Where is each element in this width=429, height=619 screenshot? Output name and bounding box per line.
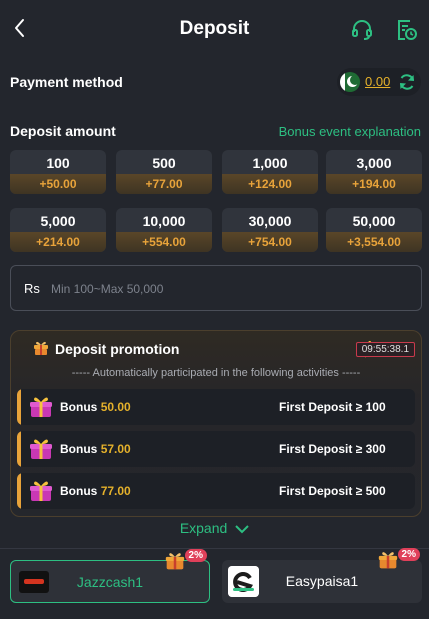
gift-icon [165,553,185,570]
expand-label: Expand [179,520,228,536]
promotion-activity: Bonus 77.00 First Deposit ≥ 500 [17,473,415,509]
amount-value: 50,000 [352,213,396,229]
balance-value: 0.00 [365,74,391,89]
activity-condition: First Deposit ≥ 300 [279,442,386,456]
amount-bonus: +214.00 [10,232,106,252]
amount-option[interactable]: 3,000 +194.00 [326,150,422,194]
deposit-promotion-panel: Deposit promotion LT 09:55:38.1 ----- Au… [10,330,422,517]
amount-option[interactable]: 10,000 +554.00 [116,208,212,252]
gift-icon [30,481,52,501]
amount-bonus: +124.00 [222,174,318,194]
gift-icon [378,552,398,569]
expand-button[interactable]: Expand [0,520,429,536]
amount-bonus: +77.00 [116,174,212,194]
activity-bonus: Bonus 50.00 [60,400,131,414]
amount-bonus: +754.00 [222,232,318,252]
amount-option[interactable]: 50,000 +3,554.00 [326,208,422,252]
activity-condition: First Deposit ≥ 500 [279,484,386,498]
amount-value: 10,000 [142,213,186,229]
promo-badge: 2% [163,547,211,573]
deposit-amount-label: Deposit amount [10,123,116,139]
payment-method-label: Payment method [10,74,123,90]
badge-percent: 2% [397,548,420,561]
amount-value: 30,000 [248,213,292,229]
amount-value: 1,000 [252,155,288,171]
amount-value: 3,000 [356,155,392,171]
badge-percent: 2% [184,549,207,562]
activity-condition: First Deposit ≥ 100 [279,400,386,414]
bonus-event-link[interactable]: Bonus event explanation [279,124,421,139]
payment-method-easypaisa[interactable]: Easypaisa1 2% [222,548,422,603]
promotion-activity: Bonus 57.00 First Deposit ≥ 300 [17,431,415,467]
amount-option[interactable]: 5,000 +214.00 [10,208,106,252]
amount-bonus: +3,554.00 [326,232,422,252]
payment-method-name: Jazzcash1 [76,574,144,590]
gift-icon [30,397,52,417]
amount-option[interactable]: 30,000 +754.00 [222,208,318,252]
history-icon[interactable] [394,18,418,42]
amount-bonus: +194.00 [326,174,422,194]
amount-option[interactable]: 100 +50.00 [10,150,106,194]
promotion-title: Deposit promotion [55,341,180,357]
amount-value: 5,000 [40,213,76,229]
chevron-down-icon [235,525,249,534]
activity-bonus: Bonus 77.00 [60,484,131,498]
countdown-timer: 09:55:38.1 [355,342,415,357]
headset-icon[interactable] [350,18,374,42]
activity-accent-bar [17,389,21,425]
amount-value: 500 [152,155,176,171]
balance-pill[interactable]: 0.00 [337,68,421,96]
amount-option[interactable]: 500 +77.00 [116,150,212,194]
activity-accent-bar [17,473,21,509]
refresh-icon[interactable] [397,72,417,92]
header: Deposit [0,0,429,58]
amount-input[interactable] [51,276,411,302]
promotion-note: ----- Automatically participated in the … [71,367,361,379]
divider [0,548,429,549]
flag-icon [340,72,360,92]
promo-badge: 2% [376,546,424,572]
payment-method-jazzcash[interactable]: Jazzcash1 2% [10,549,210,603]
amount-option[interactable]: 1,000 +124.00 [222,150,318,194]
amount-bonus: +554.00 [116,232,212,252]
amount-value: 100 [46,155,70,171]
gift-icon [34,341,48,355]
currency-prefix: Rs [24,281,40,296]
amount-bonus: +50.00 [10,174,106,194]
payment-method-name: Easypaisa1 [285,573,359,589]
promotion-activity: Bonus 50.00 First Deposit ≥ 100 [17,389,415,425]
amount-input-box: Rs [10,265,422,311]
gift-icon [30,439,52,459]
activity-bonus: Bonus 57.00 [60,442,131,456]
activity-accent-bar [17,431,21,467]
